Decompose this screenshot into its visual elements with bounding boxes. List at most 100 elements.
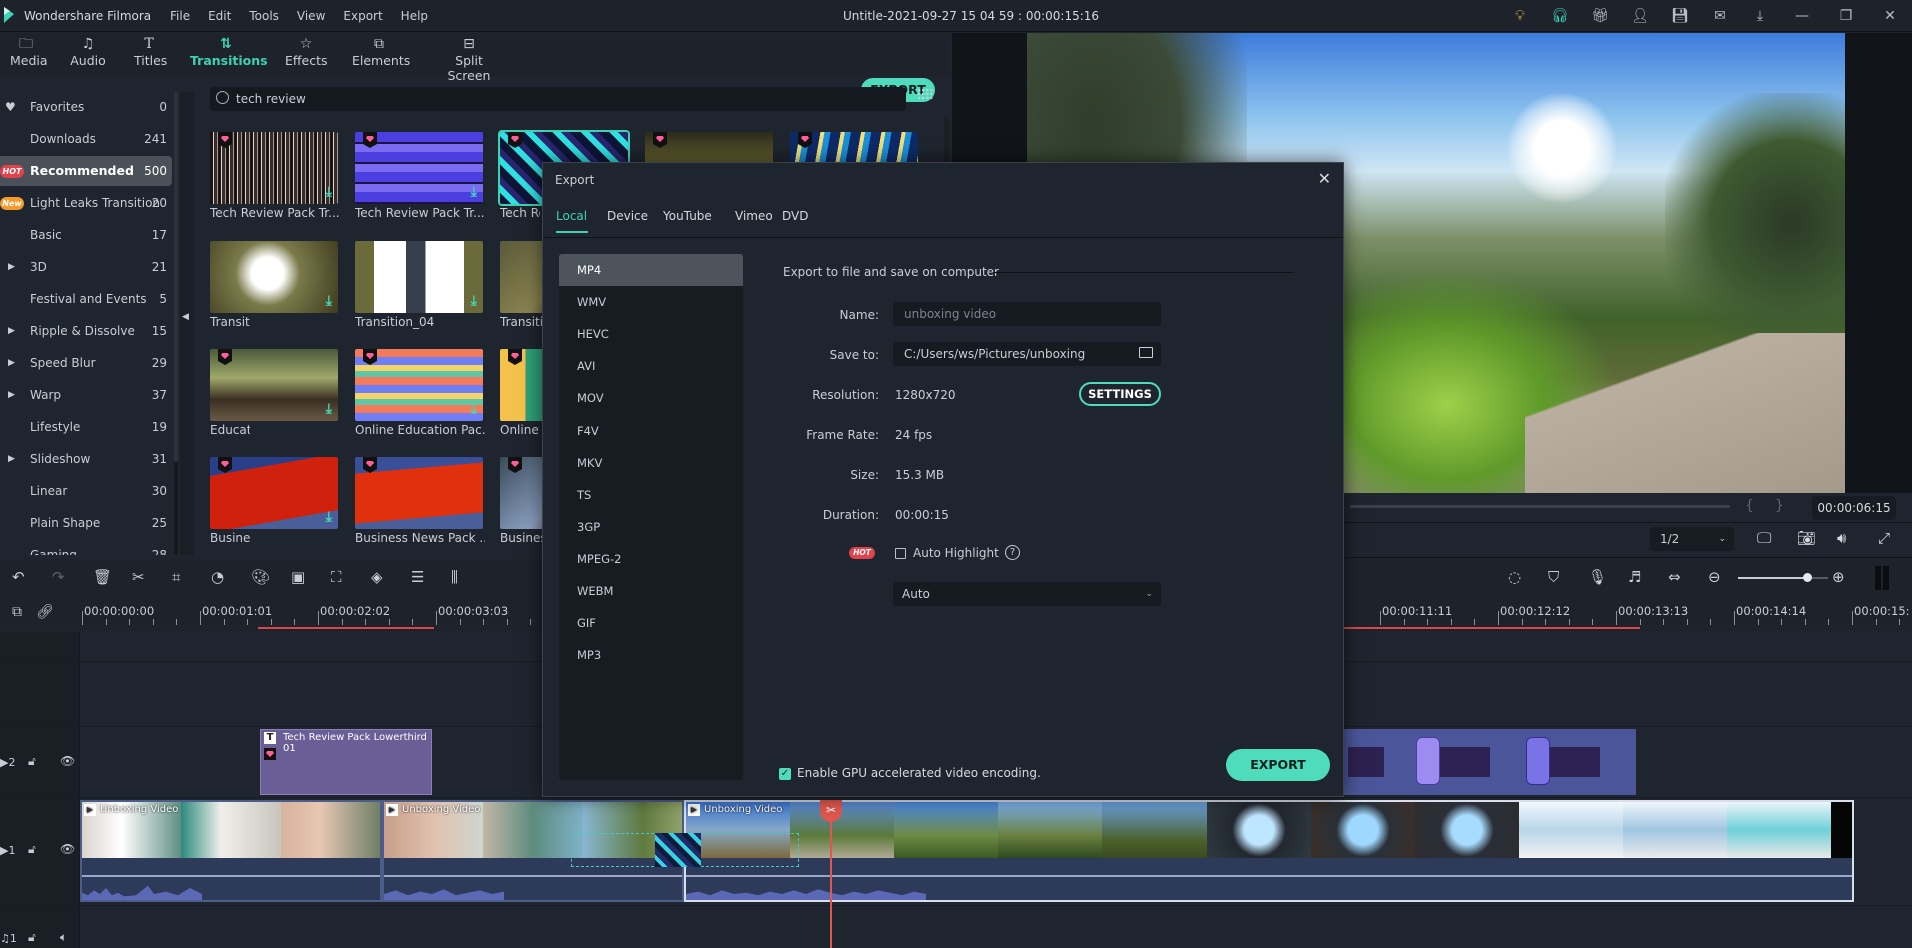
format-mp4[interactable]: MP4: [559, 254, 743, 286]
menu-file[interactable]: File: [170, 9, 190, 23]
volume-icon[interactable]: 🔊︎: [1837, 529, 1846, 547]
search-input[interactable]: tech review: [210, 87, 906, 111]
display-icon[interactable]: 🖵: [1757, 529, 1771, 547]
menu-edit[interactable]: Edit: [208, 9, 231, 23]
transition-clip[interactable]: [655, 833, 701, 867]
lock-icon[interactable]: 🔓︎: [28, 842, 36, 857]
transition-thumbnail[interactable]: ⤓: [210, 241, 338, 313]
tab-dvd[interactable]: DVD: [782, 209, 808, 223]
sidebar-item-slideshow[interactable]: ▶ Slideshow 31: [0, 444, 172, 474]
render-icon[interactable]: ◌: [1508, 568, 1521, 586]
save-icon[interactable]: 💾︎: [1660, 0, 1700, 32]
mail-icon[interactable]: ✉: [1700, 0, 1740, 32]
sidebar-item-gaming[interactable]: Gaming 28: [0, 540, 172, 555]
download-icon[interactable]: ⤓: [471, 293, 477, 309]
gpu-encoding-label[interactable]: Enable GPU accelerated video encoding.: [797, 766, 1041, 780]
transition-thumbnail[interactable]: ⤓: [355, 241, 483, 313]
expand-arrow-icon[interactable]: ▶: [8, 348, 15, 378]
tab-device[interactable]: Device: [607, 209, 648, 223]
add-track-icon[interactable]: ⧉: [12, 604, 22, 620]
sidebar-item-downloads[interactable]: Downloads 241: [0, 124, 172, 154]
transition-thumbnail[interactable]: ⤓: [355, 132, 483, 204]
format-wmv[interactable]: WMV: [559, 286, 743, 318]
download-icon[interactable]: ⤓: [326, 184, 332, 200]
transition-thumbnail[interactable]: ⤓: [210, 349, 338, 421]
sidebar-item-speed-blur[interactable]: ▶ Speed Blur 29: [0, 348, 172, 378]
dialog-export-button[interactable]: EXPORT: [1226, 749, 1330, 781]
menu-tools[interactable]: Tools: [249, 9, 279, 23]
format-mpeg-2[interactable]: MPEG-2: [559, 543, 743, 575]
sidebar-scrollbar[interactable]: [174, 92, 178, 555]
format-mp3[interactable]: MP3: [559, 639, 743, 671]
format-hevc[interactable]: HEVC: [559, 318, 743, 350]
green-screen-icon[interactable]: ▣: [291, 568, 305, 586]
eye-icon[interactable]: 👁︎: [60, 754, 75, 768]
lock-icon[interactable]: 🔓︎: [28, 754, 36, 769]
slider-knob[interactable]: [1803, 573, 1812, 582]
undo-icon[interactable]: ↶: [12, 568, 25, 586]
format-3gp[interactable]: 3GP: [559, 511, 743, 543]
user-icon[interactable]: 👤︎: [1620, 0, 1660, 32]
help-icon[interactable]: ?: [1005, 545, 1020, 560]
menu-help[interactable]: Help: [401, 9, 428, 23]
format-mov[interactable]: MOV: [559, 382, 743, 414]
format-mkv[interactable]: MKV: [559, 447, 743, 479]
element-clip[interactable]: [1344, 729, 1636, 795]
minimize-icon[interactable]: —: [1780, 0, 1824, 32]
sidebar-item-warp[interactable]: ▶ Warp 37: [0, 380, 172, 410]
playback-quality-select[interactable]: 1/2 ⌄: [1650, 527, 1734, 551]
tab-audio[interactable]: ♫ Audio: [70, 35, 106, 68]
audio-waveform-icon[interactable]: ⫼: [451, 568, 458, 586]
title-clip[interactable]: T Tech Review Pack Lowerthird 01: [260, 729, 432, 795]
gpu-encoding-checkbox[interactable]: ✓: [779, 768, 791, 780]
sidebar-item-plain-shape[interactable]: Plain Shape 25: [0, 508, 172, 538]
sidebar-item-festival-and-events[interactable]: Festival and Events 5: [0, 284, 172, 314]
marker-icon[interactable]: ⛉: [1548, 568, 1559, 586]
zoom-out-icon[interactable]: ⊖: [1708, 568, 1721, 586]
menu-view[interactable]: View: [297, 9, 325, 23]
bulb-icon[interactable]: 💡︎: [1500, 0, 1540, 32]
tab-split-screen[interactable]: ⊟ Split Screen: [436, 35, 502, 83]
mark-out-button[interactable]: }: [1775, 498, 1784, 514]
crop-icon[interactable]: ⌗: [172, 568, 180, 586]
lock-icon[interactable]: 🔓︎: [28, 930, 36, 945]
delete-icon[interactable]: 🗑︎: [93, 568, 112, 586]
tab-transitions[interactable]: ⇅ Transitions: [190, 35, 268, 68]
download-icon[interactable]: ⤓: [471, 184, 477, 200]
tab-youtube[interactable]: YouTube: [663, 209, 712, 223]
download-icon[interactable]: ⤓: [326, 509, 332, 525]
download-icon[interactable]: ⤓: [326, 293, 332, 309]
close-icon[interactable]: ✕: [1868, 0, 1912, 32]
preview-scrubber[interactable]: [1350, 505, 1730, 508]
color-icon[interactable]: 🎨︎: [251, 568, 270, 586]
transition-thumbnail[interactable]: [355, 457, 483, 529]
settings-button[interactable]: SETTINGS: [1079, 382, 1161, 406]
redo-icon[interactable]: ↷: [52, 568, 65, 586]
transition-thumbnail[interactable]: ⤓: [210, 132, 338, 204]
tab-vimeo[interactable]: Vimeo: [735, 209, 773, 223]
timeline-zoom-slider[interactable]: [1738, 573, 1828, 582]
fullscreen-icon[interactable]: ⤢: [1878, 529, 1890, 547]
auto-highlight-checkbox[interactable]: [895, 548, 906, 559]
close-icon[interactable]: ✕: [1318, 169, 1331, 188]
sidebar-item-linear[interactable]: Linear 30: [0, 476, 172, 506]
save-to-input[interactable]: C:/Users/ws/Pictures/unboxing: [893, 342, 1161, 366]
tab-media[interactable]: 🗀 Media: [10, 35, 48, 68]
grid-view-icon[interactable]: ⠿⠿: [916, 88, 934, 104]
sidebar-item-light-leaks-transition[interactable]: New Light Leaks Transition 20: [0, 188, 172, 218]
speaker-icon[interactable]: 🔈︎: [60, 930, 67, 945]
tab-elements[interactable]: ⧉ Elements: [352, 35, 410, 68]
expand-arrow-icon[interactable]: ▶: [8, 252, 15, 282]
stabilize-icon[interactable]: ⛶: [331, 568, 342, 586]
gift-icon[interactable]: 🎁︎: [1580, 0, 1620, 32]
auto-highlight-select[interactable]: Auto ⌄: [893, 582, 1161, 606]
keyframe-icon[interactable]: ◈: [371, 568, 383, 586]
transition-thumbnail[interactable]: ⤓: [210, 457, 338, 529]
sidebar-item-ripple-dissolve[interactable]: ▶ Ripple & Dissolve 15: [0, 316, 172, 346]
video-clip[interactable]: ▶ Unboxing Video: [80, 800, 382, 902]
link-icon[interactable]: 🔗︎: [36, 604, 54, 620]
transition-thumbnail[interactable]: ⤓: [355, 349, 483, 421]
download-icon[interactable]: ⤓: [471, 401, 477, 417]
format-f4v[interactable]: F4V: [559, 415, 743, 447]
download-icon[interactable]: ⤓: [326, 401, 332, 417]
